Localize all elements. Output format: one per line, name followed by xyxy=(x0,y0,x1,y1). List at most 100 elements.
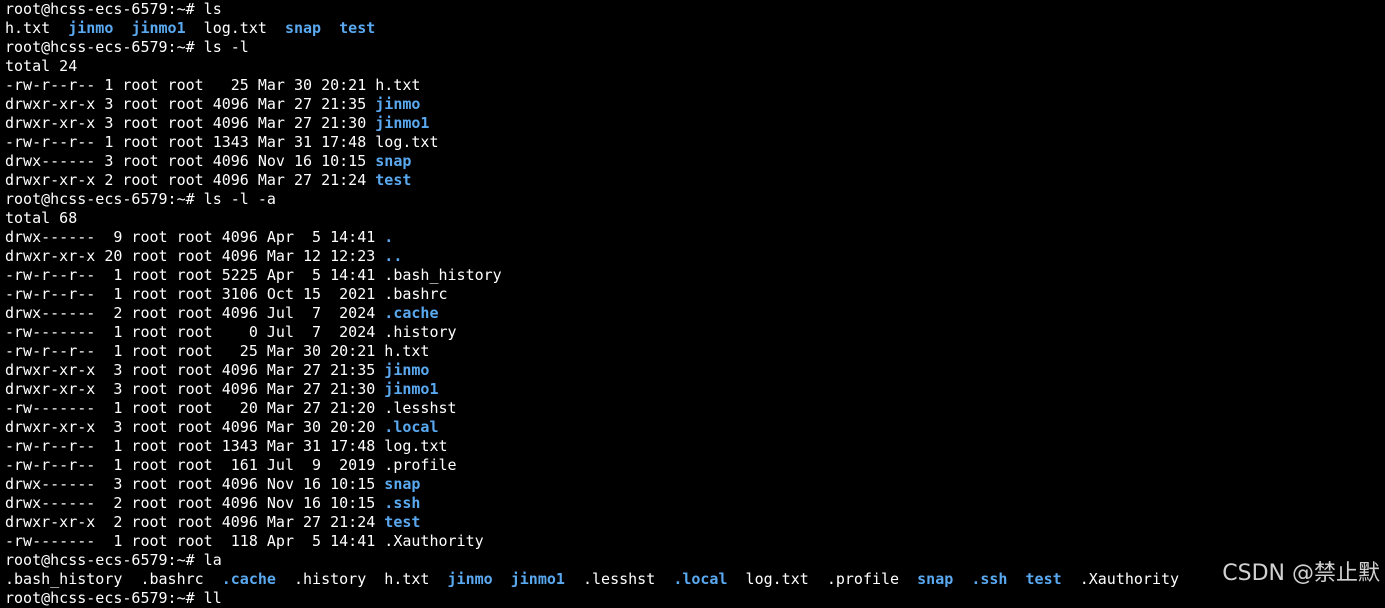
directory-entry: test xyxy=(375,171,412,189)
terminal-text: -rw-r--r-- 1 root root 161 Jul 9 2019 .p… xyxy=(5,456,457,474)
terminal-text: -rw-r--r-- 1 root root 5225 Apr 5 14:41 … xyxy=(5,266,502,284)
terminal-line: drwx------ 3 root root 4096 Nov 16 10:15… xyxy=(5,152,1385,171)
terminal-text: drwx------ 2 root root 4096 Jul 7 2024 xyxy=(5,304,385,322)
terminal-text: drwx------ 3 root root 4096 Nov 16 10:15 xyxy=(5,152,376,170)
terminal-line: -rw------- 1 root root 20 Mar 27 21:20 .… xyxy=(5,399,1385,418)
terminal-line: -rw-r--r-- 1 root root 3106 Oct 15 2021 … xyxy=(5,285,1385,304)
terminal-line: drwx------ 3 root root 4096 Nov 16 10:15… xyxy=(5,475,1385,494)
terminal-line: -rw-r--r-- 1 root root 1343 Mar 31 17:48… xyxy=(5,437,1385,456)
terminal-line: drwxr-xr-x 2 root root 4096 Mar 27 21:24… xyxy=(5,513,1385,532)
directory-entry: .. xyxy=(384,247,403,265)
directory-entry: snap xyxy=(384,475,421,493)
terminal-line: .bash_history .bashrc .cache .history h.… xyxy=(5,570,1385,589)
terminal-text: drwxr-xr-x 20 root root 4096 Mar 12 12:2… xyxy=(5,247,385,265)
directory-entry: .ssh xyxy=(384,494,421,512)
terminal-line: drwx------ 2 root root 4096 Jul 7 2024 .… xyxy=(5,304,1385,323)
directory-entry: test xyxy=(384,513,421,531)
directory-entry: jinmo xyxy=(447,570,493,588)
terminal-text: -rw-r--r-- 1 root root 25 Mar 30 20:21 h… xyxy=(5,76,421,94)
terminal-line: root@hcss-ecs-6579:~# ls -l xyxy=(5,38,1385,57)
terminal-text: drwx------ 9 root root 4096 Apr 5 14:41 xyxy=(5,228,385,246)
directory-entry: . xyxy=(384,228,394,246)
terminal-text: total 24 xyxy=(5,57,78,75)
terminal-text: root@hcss-ecs-6579:~# la xyxy=(5,551,222,569)
terminal-text: log.txt .profile xyxy=(727,570,918,588)
terminal-line: root@hcss-ecs-6579:~# ls xyxy=(5,0,1385,19)
terminal-line: drwxr-xr-x 2 root root 4096 Mar 27 21:24… xyxy=(5,171,1385,190)
directory-entry: jinmo1 xyxy=(510,570,565,588)
terminal-text: total 68 xyxy=(5,209,78,227)
terminal-line: drwxr-xr-x 3 root root 4096 Mar 30 20:20… xyxy=(5,418,1385,437)
terminal-output[interactable]: root@hcss-ecs-6579:~# ls h.txt jinmo jinm… xyxy=(5,0,1385,607)
directory-entry: test xyxy=(339,19,376,37)
directory-entry: .ssh xyxy=(971,570,1008,588)
terminal-line: drwx------ 2 root root 4096 Nov 16 10:15… xyxy=(5,494,1385,513)
directory-entry: .cache xyxy=(384,304,439,322)
terminal-text: root@hcss-ecs-6579:~# ls -l xyxy=(5,38,249,56)
terminal-line: -rw-r--r-- 1 root root 1343 Mar 31 17:48… xyxy=(5,133,1385,152)
directory-entry: .local xyxy=(673,570,728,588)
directory-entry: jinmo1 xyxy=(384,380,439,398)
terminal-line: total 68 xyxy=(5,209,1385,228)
terminal-text: drwxr-xr-x 2 root root 4096 Mar 27 21:24 xyxy=(5,513,385,531)
terminal-text: .history h.txt xyxy=(275,570,448,588)
directory-entry: .cache xyxy=(221,570,276,588)
terminal-text: drwx------ 3 root root 4096 Nov 16 10:15 xyxy=(5,475,385,493)
terminal-text: -rw------- 1 root root 20 Mar 27 21:20 .… xyxy=(5,399,457,417)
terminal-text: drwxr-xr-x 3 root root 4096 Mar 27 21:30 xyxy=(5,380,385,398)
terminal-text: .Xauthority xyxy=(1061,570,1180,588)
terminal-line: root@hcss-ecs-6579:~# ls -l -a xyxy=(5,190,1385,209)
terminal-text: -rw------- 1 root root 118 Apr 5 14:41 .… xyxy=(5,532,484,550)
terminal-text: -rw------- 1 root root 0 Jul 7 2024 .his… xyxy=(5,323,457,341)
terminal-text: h.txt xyxy=(5,19,69,37)
terminal-line: -rw-r--r-- 1 root root 5225 Apr 5 14:41 … xyxy=(5,266,1385,285)
directory-entry: jinmo xyxy=(375,95,421,113)
directory-entry: jinmo xyxy=(384,361,430,379)
terminal-line: -rw------- 1 root root 0 Jul 7 2024 .his… xyxy=(5,323,1385,342)
directory-entry: snap xyxy=(375,152,412,170)
terminal-line: drwxr-xr-x 20 root root 4096 Mar 12 12:2… xyxy=(5,247,1385,266)
terminal-line: drwxr-xr-x 3 root root 4096 Mar 27 21:30… xyxy=(5,380,1385,399)
terminal-text: drwxr-xr-x 3 root root 4096 Mar 27 21:35 xyxy=(5,361,385,379)
terminal-line: root@hcss-ecs-6579:~# ll xyxy=(5,589,1385,608)
directory-entry: snap xyxy=(284,19,322,37)
terminal-text: log.txt xyxy=(185,19,285,37)
terminal-text: -rw-r--r-- 1 root root 25 Mar 30 20:21 h… xyxy=(5,342,430,360)
terminal-line: total 24 xyxy=(5,57,1385,76)
terminal-text: .bash_history .bashrc xyxy=(5,570,222,588)
terminal-line: drwxr-xr-x 3 root root 4096 Mar 27 21:30… xyxy=(5,114,1385,133)
terminal-text: -rw-r--r-- 1 root root 1343 Mar 31 17:48… xyxy=(5,437,448,455)
terminal-line: root@hcss-ecs-6579:~# la xyxy=(5,551,1385,570)
terminal-line: drwxr-xr-x 3 root root 4096 Mar 27 21:35… xyxy=(5,95,1385,114)
terminal-text: drwxr-xr-x 2 root root 4096 Mar 27 21:24 xyxy=(5,171,376,189)
terminal-line: -rw------- 1 root root 118 Apr 5 14:41 .… xyxy=(5,532,1385,551)
directory-entry: jinmo xyxy=(68,19,114,37)
terminal-line: -rw-r--r-- 1 root root 161 Jul 9 2019 .p… xyxy=(5,456,1385,475)
directory-entry: test xyxy=(1025,570,1062,588)
directory-entry: jinmo1 xyxy=(375,114,430,132)
terminal-line: drwx------ 9 root root 4096 Apr 5 14:41 … xyxy=(5,228,1385,247)
terminal-text: root@hcss-ecs-6579:~# ll xyxy=(5,589,222,607)
terminal-text: -rw-r--r-- 1 root root 3106 Oct 15 2021 … xyxy=(5,285,448,303)
terminal-text: drwxr-xr-x 3 root root 4096 Mar 27 21:35 xyxy=(5,95,376,113)
directory-entry: .local xyxy=(384,418,439,436)
terminal-text: drwxr-xr-x 3 root root 4096 Mar 30 20:20 xyxy=(5,418,385,436)
terminal-text: -rw-r--r-- 1 root root 1343 Mar 31 17:48… xyxy=(5,133,439,151)
terminal-text: .lesshst xyxy=(564,570,674,588)
terminal-line: h.txt jinmo jinmo1 log.txt snap test xyxy=(5,19,1385,38)
terminal-text: drwx------ 2 root root 4096 Nov 16 10:15 xyxy=(5,494,385,512)
terminal-text: drwxr-xr-x 3 root root 4096 Mar 27 21:30 xyxy=(5,114,376,132)
terminal-text: root@hcss-ecs-6579:~# ls xyxy=(5,0,222,18)
terminal-text: root@hcss-ecs-6579:~# ls -l -a xyxy=(5,190,276,208)
directory-entry: snap xyxy=(917,570,954,588)
directory-entry: jinmo1 xyxy=(131,19,186,37)
terminal-line: drwxr-xr-x 3 root root 4096 Mar 27 21:35… xyxy=(5,361,1385,380)
terminal-line: -rw-r--r-- 1 root root 25 Mar 30 20:21 h… xyxy=(5,76,1385,95)
csdn-watermark: CSDN @禁止默 xyxy=(1222,561,1380,586)
terminal-line: -rw-r--r-- 1 root root 25 Mar 30 20:21 h… xyxy=(5,342,1385,361)
